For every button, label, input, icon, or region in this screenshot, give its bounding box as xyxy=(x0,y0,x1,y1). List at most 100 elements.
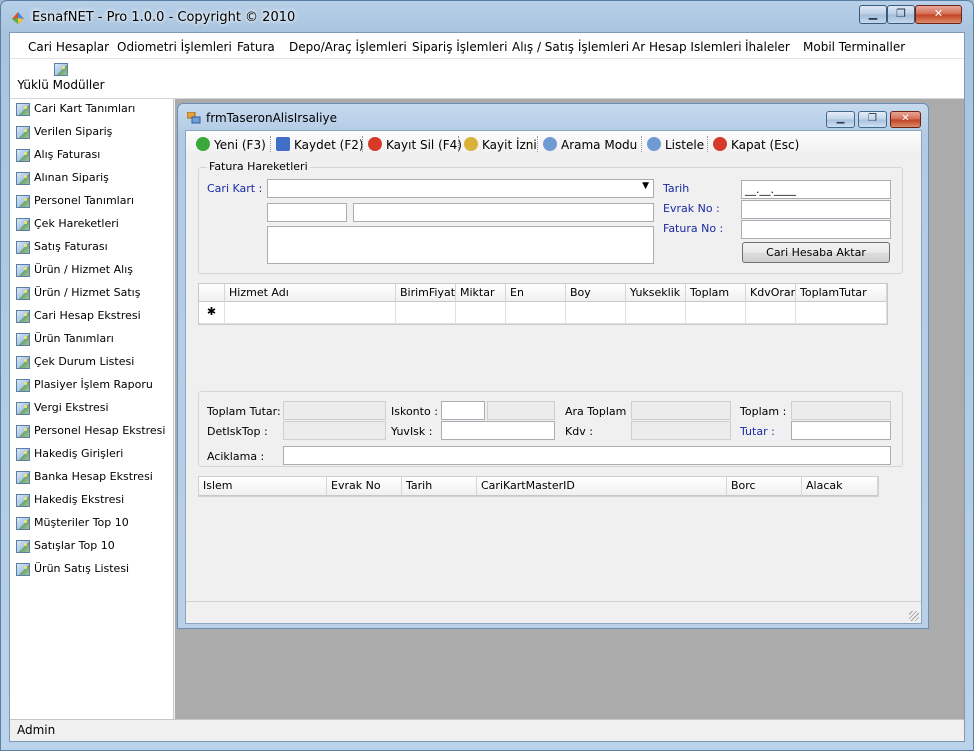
sidebar-item-musteriler-top-10[interactable]: Müşteriler Top 10 xyxy=(14,515,172,535)
menu-siparis[interactable]: Sipariş İşlemleri xyxy=(412,40,507,54)
grid-header-tarih[interactable]: Tarih xyxy=(402,477,477,496)
grid-header-hizmet-adi[interactable]: Hizmet Adı xyxy=(225,284,396,302)
close-button[interactable]: ✕ xyxy=(915,5,962,24)
grid-cell[interactable] xyxy=(626,302,686,324)
iskonto-field[interactable] xyxy=(441,401,485,420)
cari-code-field[interactable] xyxy=(267,203,347,222)
new-button[interactable]: Yeni (F3) xyxy=(196,137,266,152)
grid-header-yukseklik[interactable]: Yukseklik xyxy=(626,284,686,302)
sidebar-item-alinan-siparis[interactable]: Alınan Sipariş xyxy=(14,170,172,190)
form-toolbar: Yeni (F3) Kaydet (F2) Kayıt Sil (F4) Kay… xyxy=(186,131,921,157)
sidebar-item-verilen-siparis[interactable]: Verilen Sipariş xyxy=(14,124,172,144)
menu-odiometri[interactable]: Odiometri İşlemleri xyxy=(117,40,232,54)
list-button[interactable]: Listele xyxy=(647,137,704,152)
grid-header-evrak-no[interactable]: Evrak No xyxy=(327,477,402,496)
resize-grip-icon[interactable] xyxy=(909,611,919,621)
grid-header-boy[interactable]: Boy xyxy=(566,284,626,302)
grid-cell[interactable] xyxy=(456,302,506,324)
sidebar-item-cari-kart[interactable]: Cari Kart Tanımları xyxy=(14,101,172,121)
menu-cari-hesaplar[interactable]: Cari Hesaplar xyxy=(28,40,109,54)
grid-cell[interactable] xyxy=(225,302,396,324)
evrak-no-field[interactable] xyxy=(741,200,891,219)
grid-header-carikart-master-id[interactable]: CariKartMasterID xyxy=(477,477,727,496)
transactions-grid[interactable]: Islem Evrak No Tarih CariKartMasterID Bo… xyxy=(198,476,879,497)
menu-fatura[interactable]: Fatura xyxy=(237,40,275,54)
sidebar-item-label: Satışlar Top 10 xyxy=(34,539,115,552)
cari-hesaba-aktar-button[interactable]: Cari Hesaba Aktar xyxy=(742,242,890,263)
sidebar-item-vergi-ekstresi[interactable]: Vergi Ekstresi xyxy=(14,400,172,420)
menu-ihaleler[interactable]: İhaleler xyxy=(745,40,790,54)
image-icon xyxy=(16,494,30,507)
grid-header-en[interactable]: En xyxy=(506,284,566,302)
grid-cell[interactable] xyxy=(566,302,626,324)
grid-cell[interactable] xyxy=(796,302,887,324)
menu-alis-satis[interactable]: Alış / Satış İşlemleri xyxy=(512,40,629,54)
grid-header-birim-fiyat[interactable]: BirimFiyat xyxy=(396,284,456,302)
cari-name-field[interactable] xyxy=(353,203,654,222)
sidebar-item-hakedis-girisleri[interactable]: Hakediş Girişleri xyxy=(14,446,172,466)
sidebar-item-hakedis-ekstresi[interactable]: Hakediş Ekstresi xyxy=(14,492,172,512)
sidebar-item-plasiyer-islem-raporu[interactable]: Plasiyer İşlem Raporu xyxy=(14,377,172,397)
sidebar-item-cek-durum-listesi[interactable]: Çek Durum Listesi xyxy=(14,354,172,374)
sidebar-item-cari-hesap-ekstresi[interactable]: Cari Hesap Ekstresi xyxy=(14,308,172,328)
new-button-label: Yeni (F3) xyxy=(214,138,266,152)
minimize-button[interactable]: ▁ xyxy=(859,5,887,24)
maximize-button[interactable]: ❐ xyxy=(887,5,915,24)
child-minimize-button[interactable]: ▁ xyxy=(826,111,855,128)
sidebar-item-cek-hareketleri[interactable]: Çek Hareketleri xyxy=(14,216,172,236)
search-mode-button[interactable]: Arama Modu xyxy=(543,137,637,152)
yuvisk-label: YuvIsk : xyxy=(391,425,433,438)
sidebar-item-urun-tanimlari[interactable]: Ürün Tanımları xyxy=(14,331,172,351)
fatura-no-field[interactable] xyxy=(741,220,891,239)
menu-depo-arac[interactable]: Depo/Araç İşlemleri xyxy=(289,40,407,54)
chevron-down-icon[interactable]: ▼ xyxy=(642,181,649,191)
toolbar-separator xyxy=(458,136,459,152)
search-mode-label: Arama Modu xyxy=(561,138,638,152)
sidebar-item-personel-hesap-ekstresi[interactable]: Personel Hesap Ekstresi xyxy=(14,423,172,443)
grid-header-toplam[interactable]: Toplam xyxy=(686,284,746,302)
module-sidebar: Cari Kart Tanımları Verilen Sipariş Alış… xyxy=(10,99,174,719)
tutar-field[interactable] xyxy=(791,421,891,440)
loaded-modules-button[interactable]: Yüklü Modüller xyxy=(16,63,106,97)
sidebar-item-label: Satış Faturası xyxy=(34,240,108,253)
aciklama-field[interactable] xyxy=(283,446,891,465)
permission-button[interactable]: Kayit İzni xyxy=(464,137,537,152)
cari-address-field[interactable] xyxy=(267,226,654,264)
sidebar-item-alis-faturasi[interactable]: Alış Faturası xyxy=(14,147,172,167)
sidebar-item-satis-faturasi[interactable]: Satış Faturası xyxy=(14,239,172,259)
items-grid[interactable]: Hizmet Adı BirimFiyat Miktar En Boy Yuks… xyxy=(198,283,888,325)
menu-mobil[interactable]: Mobil Terminaller xyxy=(803,40,905,54)
image-icon xyxy=(16,287,30,300)
child-close-button[interactable]: ✕ xyxy=(890,111,921,128)
cari-kart-combo[interactable]: ▼ xyxy=(267,179,654,198)
grid-cell[interactable] xyxy=(396,302,456,324)
menu-ar-hesap[interactable]: Ar Hesap Islemleri xyxy=(632,40,742,54)
grid-header-borc[interactable]: Borc xyxy=(727,477,802,496)
child-maximize-button[interactable]: ❐ xyxy=(858,111,887,128)
sidebar-item-banka-hesap-ekstresi[interactable]: Banka Hesap Ekstresi xyxy=(14,469,172,489)
grid-header-miktar[interactable]: Miktar xyxy=(456,284,506,302)
sidebar-item-urun-satis-listesi[interactable]: Ürün Satış Listesi xyxy=(14,561,172,581)
yuvisk-field[interactable] xyxy=(441,421,555,440)
delete-button[interactable]: Kayıt Sil (F4) xyxy=(368,137,462,152)
search-icon xyxy=(543,137,557,151)
grid-header-toplam-tutar[interactable]: ToplamTutar xyxy=(796,284,887,302)
grid-cell[interactable] xyxy=(686,302,746,324)
sidebar-item-label: Alınan Sipariş xyxy=(34,171,109,184)
sidebar-item-urun-hizmet-satis[interactable]: Ürün / Hizmet Satış xyxy=(14,285,172,305)
grid-cell[interactable] xyxy=(746,302,796,324)
sidebar-item-satislar-top-10[interactable]: Satışlar Top 10 xyxy=(14,538,172,558)
sidebar-item-personel-tanimlari[interactable]: Personel Tanımları xyxy=(14,193,172,213)
delete-button-label: Kayıt Sil (F4) xyxy=(386,138,462,152)
grid-cell[interactable] xyxy=(506,302,566,324)
tarih-field[interactable]: __.__.____ xyxy=(741,180,891,199)
save-button[interactable]: Kaydet (F2) xyxy=(276,137,364,152)
grid-header-alacak[interactable]: Alacak xyxy=(802,477,878,496)
grid-header-kdv-oran[interactable]: KdvOran xyxy=(746,284,796,302)
close-form-button[interactable]: Kapat (Esc) xyxy=(713,137,799,152)
iskonto-label: Iskonto : xyxy=(391,405,438,418)
grid-header-islem[interactable]: Islem xyxy=(199,477,327,496)
sidebar-item-label: Alış Faturası xyxy=(34,148,101,161)
detisktop-field xyxy=(283,421,386,440)
sidebar-item-urun-hizmet-alis[interactable]: Ürün / Hizmet Alış xyxy=(14,262,172,282)
